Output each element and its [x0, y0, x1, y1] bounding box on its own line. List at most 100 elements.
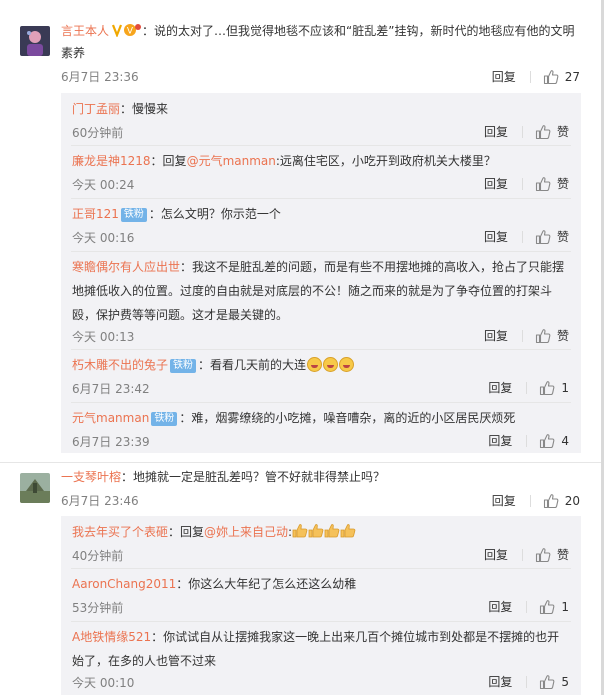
comment-text: 言王本人 V ：说的太对了…但我觉得地毯不应该和“脏乱差”挂钩，新时代的地毯应有他的…	[61, 21, 581, 63]
like-button[interactable]: 1	[539, 380, 569, 396]
divider	[71, 145, 571, 146]
divider	[526, 434, 528, 447]
like-label: 赞	[556, 548, 569, 562]
reply-actions: 回复 赞	[484, 228, 569, 245]
reply-text: 廉龙是神1218：回复@元气manman:远离住宅区，小吃开到政府机关大楼里？	[72, 149, 572, 173]
like-button[interactable]: 赞	[535, 123, 569, 140]
reply-body: ：慢慢来	[120, 102, 169, 116]
reply-actions: 回复 赞	[484, 546, 569, 563]
reply-list: 门丁孟丽：慢慢来 60分钟前 回复 赞 廉龙是神1218：回复@元气manman…	[61, 93, 581, 453]
reply-actions: 回复 4	[488, 432, 569, 449]
fan-badge: 铁粉	[170, 359, 197, 373]
like-button[interactable]: 4	[539, 433, 569, 449]
thumbs-up-emoji-icon	[324, 524, 340, 538]
like-count: 4	[561, 433, 569, 448]
reply-body-cont: 地摊低收入的位置。过度的自由就是对底层的不公！随之而来的就是为了争夺位置的打架斗	[72, 284, 553, 298]
reply-button[interactable]: 回复	[492, 492, 516, 509]
reply-actions: 回复 赞	[484, 175, 569, 192]
thumbs-up-emoji-icon	[308, 524, 324, 538]
like-button[interactable]: 赞	[535, 228, 569, 245]
reply-button[interactable]: 回复	[484, 327, 508, 344]
thumbs-up-icon	[535, 328, 551, 344]
vip-badge-icon: V	[111, 23, 142, 43]
reply-time: 60分钟前	[72, 126, 124, 140]
comment-feed: 言王本人 V ：说的太对了…但我觉得地毯不应该和“脏乱差”挂钩，新时代的地毯应有他的…	[0, 0, 604, 695]
comment-body: ：说的太对了…但我觉得地毯不应该和“脏乱差”挂钩，新时代的地毯应有他的文明	[142, 24, 575, 38]
username[interactable]: 言王本人	[61, 24, 109, 38]
reply-text: 元气manman 铁粉 ：难，烟雾缭绕的小吃摊，噪音嘈杂，离的近的小区居民厌烦死	[72, 406, 572, 430]
username[interactable]: 廉龙是神1218	[72, 154, 151, 168]
username[interactable]: 朽木雕不出的兔子	[72, 358, 168, 372]
thumbs-up-icon	[539, 380, 555, 396]
divider	[71, 568, 571, 569]
username[interactable]: 我去年买了个表砸	[72, 525, 168, 539]
thumbs-up-icon	[543, 69, 559, 85]
thumbs-up-icon	[539, 674, 555, 690]
reply-button[interactable]: 回复	[484, 123, 508, 140]
reply-actions: 回复 1	[488, 598, 569, 615]
divider	[521, 230, 523, 243]
reply-button[interactable]: 回复	[488, 379, 512, 396]
like-button[interactable]: 20	[543, 493, 580, 509]
reply-text: A地铁情缘521：你试试自从让摆摊我家这一晚上出来几百个摊位城市到处都是不摆摊的…	[72, 625, 572, 673]
like-count: 1	[561, 599, 569, 614]
divider	[526, 675, 528, 688]
reply-list: 我去年买了个表砸：回复@妳上来自己动: 40分钟前 回复 赞 AaronChan…	[61, 516, 581, 695]
thumbs-up-icon	[535, 547, 551, 563]
reply-text: AaronChang2011：你这么大年纪了怎么还这么幼稚	[72, 572, 572, 596]
reply-body: ：看看几天前的大连	[198, 358, 307, 372]
reply-button[interactable]: 回复	[488, 673, 512, 690]
mention-link[interactable]: @元气manman	[187, 154, 276, 168]
username[interactable]: 寒瞻偶尔有人应出世	[72, 260, 180, 274]
reply-button[interactable]: 回复	[488, 598, 512, 615]
like-button[interactable]: 赞	[535, 327, 569, 344]
like-button[interactable]: 5	[539, 674, 569, 690]
reply-button[interactable]: 回复	[488, 432, 512, 449]
reply-actions: 回复 1	[488, 379, 569, 396]
like-button[interactable]: 1	[539, 599, 569, 615]
reply-time: 今天 00:16	[72, 231, 135, 245]
reply-time: 今天 00:10	[72, 676, 135, 690]
reply-actions: 回复 赞	[484, 123, 569, 140]
reply-button[interactable]: 回复	[484, 546, 508, 563]
reply-button[interactable]: 回复	[492, 68, 516, 85]
comment-body: ：地摊就一定是脏乱差吗？管不好就非得禁止吗？	[121, 470, 386, 484]
thumbs-up-emoji-icon	[340, 524, 356, 538]
reply-time: 今天 00:24	[72, 178, 135, 192]
avatar[interactable]	[20, 26, 50, 56]
svg-text:V: V	[127, 27, 134, 37]
reply-text: 正哥121 铁粉 ：怎么文明？你示范一个	[72, 202, 572, 226]
like-button[interactable]: 赞	[535, 546, 569, 563]
divider	[71, 402, 571, 403]
laughing-emoji-icon	[323, 357, 339, 372]
like-button[interactable]: 27	[543, 69, 580, 85]
comment-time: 6月7日 23:36	[61, 70, 139, 84]
like-button[interactable]: 赞	[535, 175, 569, 192]
reply-time: 今天 00:13	[72, 330, 135, 344]
avatar[interactable]	[20, 473, 50, 503]
mention-link[interactable]: @妳上来自己动	[204, 525, 288, 539]
username[interactable]: AaronChang2011	[72, 577, 176, 591]
thumbs-up-icon	[535, 176, 551, 192]
username[interactable]: 元气manman	[72, 411, 149, 425]
divider	[71, 198, 571, 199]
thumbs-up-icon	[539, 599, 555, 615]
username[interactable]: A地铁情缘521	[72, 630, 151, 644]
username[interactable]: 门丁孟丽	[72, 102, 120, 116]
reply-text: 门丁孟丽：慢慢来	[72, 97, 572, 121]
divider	[529, 70, 531, 83]
reply-actions: 回复 赞	[484, 327, 569, 344]
reply-button[interactable]: 回复	[484, 175, 508, 192]
fan-badge: 铁粉	[120, 208, 147, 222]
reply-actions: 回复 5	[488, 673, 569, 690]
divider	[521, 125, 523, 138]
reply-text: 寒瞻偶尔有人应出世：我这不是脏乱差的问题，而是有些不用摆地摊的高收入，抢占了只能…	[72, 255, 572, 327]
reply-button[interactable]: 回复	[484, 228, 508, 245]
username[interactable]: 正哥121	[72, 207, 119, 221]
like-label: 赞	[556, 177, 569, 191]
reply-body: ：难，烟雾缭绕的小吃摊，噪音嘈杂，离的近的小区居民厌烦死	[179, 411, 516, 425]
reply-time: 53分钟前	[72, 601, 124, 615]
username[interactable]: 一支琴叶榕	[61, 470, 121, 484]
reply-body-cont: 始了，在多的人也管不过来	[72, 654, 217, 668]
like-label: 赞	[556, 230, 569, 244]
